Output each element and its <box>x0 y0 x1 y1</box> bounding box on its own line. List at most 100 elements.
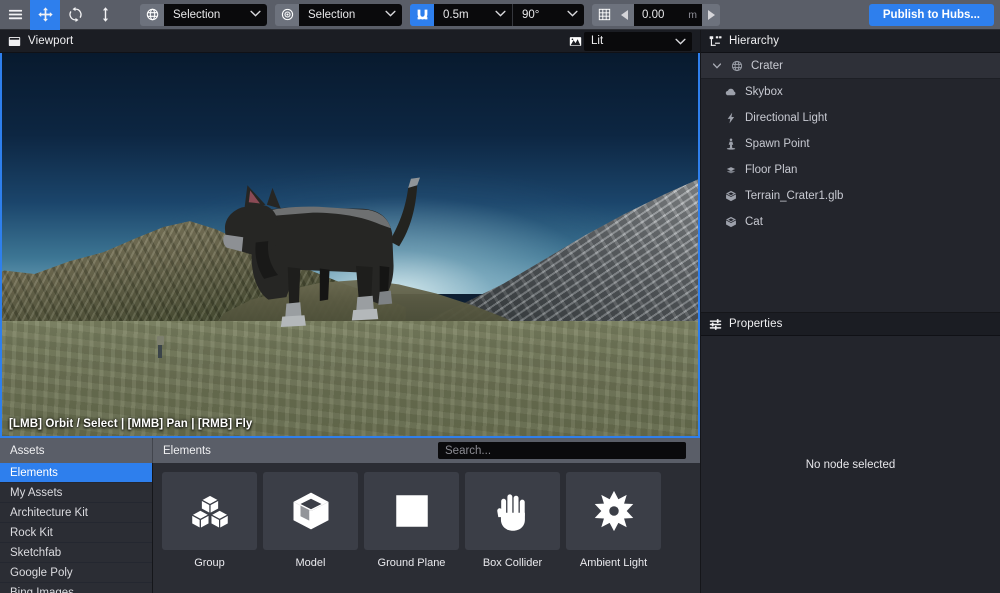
viewport-panel-header: Viewport Lit <box>0 30 700 53</box>
hierarchy-node-crater[interactable]: Crater <box>701 53 1000 79</box>
properties-panel-body: No node selected <box>701 336 1000 593</box>
main-toolbar: Selection Selection 0.5m 90° 0.00 m Publ… <box>0 0 1000 30</box>
viewport-3d-canvas[interactable]: [LMB] Orbit / Select | [MMB] Pan | [RMB]… <box>0 53 700 438</box>
lightning-bolt-icon <box>723 112 738 124</box>
asset-item-grid: Group Model Ground Plane Box Collider Am… <box>153 463 700 593</box>
left-column: Viewport Lit [LMB] Orbit / Select | [MMB… <box>0 30 700 593</box>
grid-height-field[interactable]: 0.00 m <box>634 3 702 26</box>
black-cat-model[interactable] <box>214 145 451 359</box>
hierarchy-panel-header: Hierarchy <box>701 30 1000 53</box>
rotation-snap-value[interactable]: 90° <box>512 3 584 26</box>
chevron-down-icon <box>495 10 506 20</box>
floor-plan-icon <box>723 164 738 176</box>
globe-icon <box>729 60 744 72</box>
globe-icon <box>140 4 164 26</box>
assets-breadcrumb: Elements <box>163 444 211 457</box>
properties-panel-header: Properties <box>701 313 1000 336</box>
spawn-point-icon <box>723 138 738 150</box>
cube-model-icon <box>723 216 738 228</box>
hierarchy-node-floor-plan[interactable]: Floor Plan <box>701 157 1000 183</box>
grid-height-decrease-button[interactable] <box>616 4 634 26</box>
hierarchy-node-label: Floor Plan <box>745 164 798 176</box>
cube-model-icon <box>723 190 738 202</box>
properties-panel: Properties No node selected <box>701 312 1000 593</box>
assets-search-box[interactable] <box>438 442 686 459</box>
asset-item-ambient-light[interactable]: Ambient Light <box>566 472 661 569</box>
transform-pivot-control[interactable]: Selection <box>275 3 402 26</box>
asset-item-box-collider[interactable]: Box Collider <box>465 472 560 569</box>
hierarchy-node-directional-light[interactable]: Directional Light <box>701 105 1000 131</box>
toolbar-divider <box>120 0 132 30</box>
transform-pivot-value[interactable]: Selection <box>299 3 402 26</box>
properties-panel-title: Properties <box>729 318 783 330</box>
hierarchy-node-terrain-crater1[interactable]: Terrain_Crater1.glb <box>701 183 1000 209</box>
chevron-down-icon <box>567 10 578 20</box>
hierarchy-node-cat[interactable]: Cat <box>701 209 1000 235</box>
viewport-panel: Viewport Lit [LMB] Orbit / Select | [MMB… <box>0 30 700 438</box>
grid-height-value: 0.00 <box>642 8 665 21</box>
sun-icon <box>566 472 661 550</box>
viewport-header-right: Lit <box>566 30 692 53</box>
transform-space-control[interactable]: Selection <box>140 3 267 26</box>
hierarchy-tree-icon <box>709 35 722 48</box>
shading-mode-label: Lit <box>591 35 604 47</box>
hierarchy-node-label: Spawn Point <box>745 138 810 150</box>
chevron-down-icon <box>250 10 261 20</box>
avatar-legs <box>158 344 163 358</box>
asset-category-elements[interactable]: Elements <box>0 463 152 483</box>
publish-to-hubs-button[interactable]: Publish to Hubs... <box>868 3 994 26</box>
search-input[interactable] <box>445 444 679 457</box>
grid-height-unit: m <box>688 8 697 21</box>
hierarchy-node-spawn-point[interactable]: Spawn Point <box>701 131 1000 157</box>
asset-item-label: Ground Plane <box>377 557 446 569</box>
shading-mode-icon[interactable] <box>566 35 584 48</box>
asset-category-my-assets[interactable]: My Assets <box>0 483 152 503</box>
rotate-tool-button[interactable] <box>60 0 90 30</box>
cloud-icon <box>723 86 738 98</box>
cube-model-icon <box>263 472 358 550</box>
assets-panel-body: Elements My Assets Architecture Kit Rock… <box>0 463 700 593</box>
asset-item-label: Ambient Light <box>579 557 648 569</box>
spoke-editor-window: Selection Selection 0.5m 90° 0.00 m Publ… <box>0 0 1000 593</box>
hierarchy-node-skybox[interactable]: Skybox <box>701 79 1000 105</box>
grid-height-control[interactable]: 0.00 m <box>592 3 720 26</box>
shading-mode-dropdown[interactable]: Lit <box>584 31 692 51</box>
hierarchy-node-label: Crater <box>751 59 783 72</box>
viewport-controls-hint: [LMB] Orbit / Select | [MMB] Pan | [RMB]… <box>9 418 253 430</box>
hierarchy-node-label: Skybox <box>745 86 783 98</box>
assets-toolbar: Elements <box>153 438 700 463</box>
square-plane-icon <box>364 472 459 550</box>
translate-tool-button[interactable] <box>30 0 60 30</box>
right-column: Hierarchy Crater Skybox Directional Ligh… <box>700 30 1000 593</box>
assets-panel-title: Assets <box>0 438 153 463</box>
asset-category-google-poly[interactable]: Google Poly <box>0 563 152 583</box>
magnet-icon[interactable] <box>410 3 434 26</box>
asset-item-model[interactable]: Model <box>263 472 358 569</box>
rotation-snap-label: 90° <box>522 8 540 21</box>
snap-control[interactable]: 0.5m 90° <box>410 3 584 26</box>
asset-item-group[interactable]: Group <box>162 472 257 569</box>
chevron-down-icon <box>675 38 686 45</box>
asset-category-bing-images[interactable]: Bing Images <box>0 583 152 593</box>
transform-space-value[interactable]: Selection <box>164 3 267 26</box>
scale-tool-button[interactable] <box>90 0 120 30</box>
assets-panel: Assets Elements Elements My Assets Archi… <box>0 438 700 593</box>
hamburger-menu-icon[interactable] <box>0 0 30 30</box>
asset-category-rock-kit[interactable]: Rock Kit <box>0 523 152 543</box>
asset-category-sketchfab[interactable]: Sketchfab <box>0 543 152 563</box>
translation-snap-value[interactable]: 0.5m <box>434 3 512 26</box>
asset-item-ground-plane[interactable]: Ground Plane <box>364 472 459 569</box>
asset-item-label: Model <box>295 557 326 569</box>
grid-height-increase-button[interactable] <box>702 4 720 26</box>
target-icon <box>275 4 299 26</box>
sliders-icon <box>709 318 722 331</box>
chevron-down-icon[interactable] <box>711 62 722 69</box>
chevron-down-icon <box>385 10 396 20</box>
viewport-panel-title: Viewport <box>28 35 74 47</box>
hierarchy-panel: Hierarchy Crater Skybox Directional Ligh… <box>701 30 1000 312</box>
asset-category-list: Elements My Assets Architecture Kit Rock… <box>0 463 153 593</box>
hierarchy-node-label: Terrain_Crater1.glb <box>745 190 844 202</box>
avatar-figure <box>157 335 165 358</box>
asset-category-architecture-kit[interactable]: Architecture Kit <box>0 503 152 523</box>
properties-empty-message: No node selected <box>805 458 896 471</box>
